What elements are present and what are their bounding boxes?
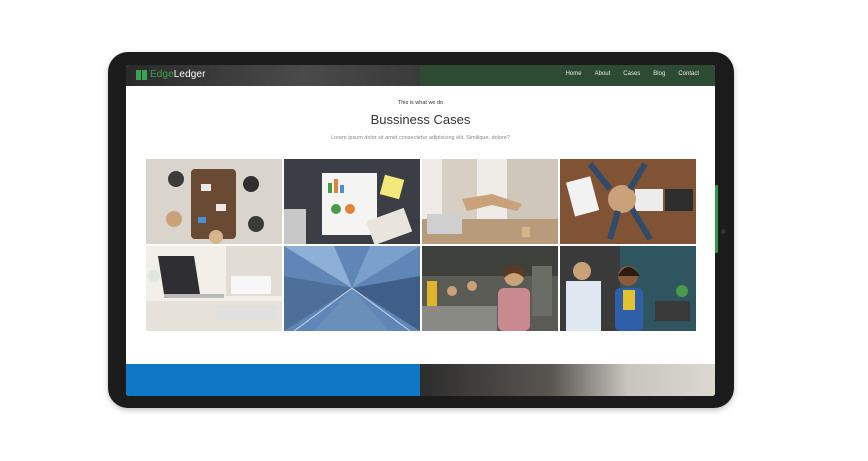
- section-title: Bussiness Cases: [370, 112, 471, 127]
- top-navbar: EdgeLedger Home About Cases Blog Contact: [126, 65, 715, 86]
- cases-gallery: [146, 159, 696, 333]
- tablet-side-button: [715, 185, 718, 253]
- brand-name: EdgeLedger: [150, 69, 206, 80]
- nav-home[interactable]: Home: [566, 71, 582, 77]
- handshake-photo[interactable]: [422, 159, 558, 244]
- tablet-camera: [721, 229, 726, 234]
- team-meeting-photo[interactable]: [146, 159, 282, 244]
- tablet-screen: EdgeLedger Home About Cases Blog Contact…: [126, 65, 715, 396]
- main-menu: Home About Cases Blog Contact: [566, 71, 699, 77]
- footer-blue-panel: [126, 364, 420, 396]
- book-icon: [136, 69, 147, 80]
- nav-about[interactable]: About: [595, 71, 611, 77]
- nav-contact[interactable]: Contact: [678, 71, 699, 77]
- section-subtitle: Lorem ipsum dolor sit amet consectetur a…: [331, 135, 510, 141]
- nav-blog[interactable]: Blog: [653, 71, 665, 77]
- hands-together-photo[interactable]: [560, 159, 696, 244]
- brand-logo[interactable]: EdgeLedger: [136, 69, 206, 80]
- nav-cases[interactable]: Cases: [623, 71, 640, 77]
- skyscrapers-photo[interactable]: [284, 246, 420, 331]
- brand-prefix: Edge: [150, 69, 174, 80]
- footer-desk-image: [420, 364, 715, 396]
- charts-paperwork-photo[interactable]: [284, 159, 420, 244]
- cases-header: This is what we do Bussiness Cases Lorem…: [126, 86, 715, 141]
- laptop-desk-photo[interactable]: [146, 246, 282, 331]
- businesswoman-office-photo[interactable]: [422, 246, 558, 331]
- section-eyebrow: This is what we do: [397, 100, 444, 106]
- brand-suffix: Ledger: [173, 69, 206, 80]
- smiling-employee-photo[interactable]: [560, 246, 696, 331]
